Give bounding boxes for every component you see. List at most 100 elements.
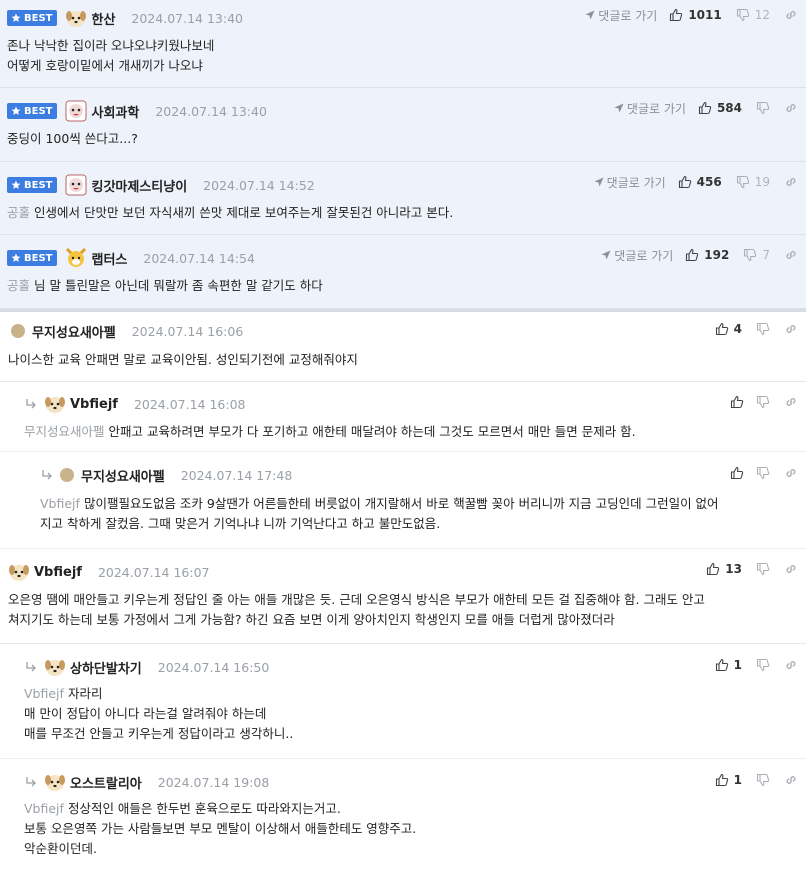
thumbs-down-icon[interactable] — [736, 8, 750, 22]
nickname[interactable]: Vbfiejf — [70, 397, 118, 412]
comment-date: 2024.07.14 14:52 — [203, 177, 315, 193]
nickname[interactable]: 랩터스 — [91, 249, 127, 268]
nickname[interactable]: 사회과학 — [91, 102, 139, 121]
best-badge: BEST — [7, 10, 58, 26]
avatar[interactable] — [44, 656, 66, 678]
thumbs-down-icon[interactable] — [756, 658, 770, 672]
comment-best: BEST 랩터스 2024.07.14 14:54 댓글로 가기 192 7 공… — [0, 235, 806, 309]
comment-text-line: 많이팰필요도없음 조카 9살땐가 어른들한테 버릇없이 개지랄해서 바로 핵꿀빰… — [83, 496, 719, 511]
downvote-count: 12 — [754, 8, 770, 22]
thumbs-down-icon[interactable] — [756, 773, 770, 787]
best-badge: BEST — [7, 250, 58, 266]
link-icon[interactable] — [784, 8, 798, 22]
avatar[interactable] — [11, 324, 25, 338]
thumbs-up-icon[interactable] — [715, 773, 729, 787]
comment-best: BEST 한산 2024.07.14 13:40 댓글로 가기 1011 12 … — [0, 0, 806, 88]
comment-best: BEST 사회과학 2024.07.14 13:40 댓글로 가기 584 중딩… — [0, 88, 806, 162]
thumbs-up-icon[interactable] — [669, 8, 683, 22]
thumbs-down-icon[interactable] — [756, 395, 770, 409]
link-icon[interactable] — [784, 395, 798, 409]
link-icon[interactable] — [784, 658, 798, 672]
comment-date: 2024.07.14 19:08 — [157, 774, 270, 790]
nickname[interactable]: 킹갓마제스티냥이 — [91, 176, 187, 195]
thumbs-up-icon[interactable] — [685, 248, 699, 262]
nickname[interactable]: 무지성요새아펠 — [32, 322, 116, 341]
comment-text-line: 매 만이 정답이 아니다 라는걸 알려줘야 하는데 — [24, 706, 267, 721]
goto-comment-link[interactable]: 댓글로 가기 — [601, 247, 673, 264]
link-icon[interactable] — [784, 773, 798, 787]
thumbs-up-icon[interactable] — [678, 175, 692, 189]
goto-comment-link[interactable]: 댓글로 가기 — [585, 7, 657, 24]
thumbs-down-icon[interactable] — [736, 175, 750, 189]
nickname[interactable]: 상하단발차기 — [70, 658, 142, 677]
comment-text-line: 중딩이 100씩 쓴다고...? — [7, 131, 138, 146]
reply-arrow-icon — [24, 660, 38, 674]
link-icon[interactable] — [784, 101, 798, 115]
upvote-count: 4 — [733, 322, 742, 336]
mention-name[interactable]: 공홀 — [7, 205, 30, 220]
upvote-count: 584 — [716, 101, 742, 115]
link-icon[interactable] — [784, 248, 798, 262]
comment-date: 2024.07.14 16:07 — [97, 564, 210, 580]
comment-text-line: 안패고 교육하려면 부모가 다 포기하고 애한테 매달려야 하는데 그것도 모르… — [108, 424, 636, 439]
thumbs-down-icon[interactable] — [743, 248, 757, 262]
avatar[interactable] — [44, 393, 66, 415]
thumbs-up-icon[interactable] — [698, 101, 712, 115]
comment-date: 2024.07.14 16:50 — [157, 659, 270, 675]
comment-text-line: 님 말 틀린말은 아닌데 뭐랄까 좀 속편한 말 같기도 하다 — [34, 278, 323, 293]
link-icon[interactable] — [784, 322, 798, 336]
mention-name[interactable]: 무지성요새아펠 — [24, 424, 105, 439]
comment-text-line: 인생에서 단맛만 보던 자식새끼 쓴맛 제대로 보여주는게 잘못된건 아니라고 … — [34, 205, 454, 220]
reply-arrow-icon — [24, 775, 38, 789]
upvote-count: 1 — [733, 658, 742, 672]
avatar[interactable] — [8, 561, 30, 583]
comment-date: 2024.07.14 16:06 — [131, 323, 244, 339]
mention-name[interactable]: Vbfiejf — [24, 801, 64, 816]
nickname[interactable]: 무지성요새아펠 — [81, 466, 165, 485]
thumbs-up-icon[interactable] — [715, 322, 729, 336]
comment-date: 2024.07.14 16:08 — [133, 396, 246, 412]
link-icon[interactable] — [784, 562, 798, 576]
reply-comment: 상하단발차기 2024.07.14 16:50 1 Vbfiejf 자라리 매 만… — [0, 644, 806, 759]
avatar[interactable] — [65, 247, 87, 269]
comment-text-line: 쳐지기도 하는데 보통 가정에서 그게 가능함? 하긴 요즘 보면 이게 양아치… — [8, 612, 615, 627]
thumbs-down-icon[interactable] — [756, 562, 770, 576]
reply-comment: Vbfiejf 2024.07.14 16:08 무지성요새아펠 안패고 교육하려… — [0, 382, 806, 452]
goto-comment-link[interactable]: 댓글로 가기 — [594, 174, 666, 191]
thumbs-up-icon[interactable] — [715, 658, 729, 672]
avatar[interactable] — [44, 771, 66, 793]
avatar[interactable] — [65, 100, 87, 122]
goto-comment-link[interactable]: 댓글로 가기 — [614, 100, 686, 117]
thumbs-down-icon[interactable] — [756, 101, 770, 115]
link-icon[interactable] — [784, 175, 798, 189]
comment-text-line: 나이스한 교육 안패면 말로 교육이안됨. 성인되기전에 교정해줘야지 — [8, 352, 358, 367]
avatar[interactable] — [65, 174, 87, 196]
comment-text-line: 존나 낙낙한 집이라 오냐오냐키웠나보네 — [7, 38, 215, 53]
comment-text-line: 매를 무조건 안들고 키우는게 정답이라고 생각하니.. — [24, 726, 294, 741]
best-badge: BEST — [7, 103, 58, 119]
mention-name[interactable]: Vbfiejf — [24, 686, 64, 701]
nickname[interactable]: 한산 — [91, 9, 115, 28]
comment-date: 2024.07.14 14:54 — [143, 250, 255, 266]
link-icon[interactable] — [784, 466, 798, 480]
upvote-count: 1011 — [688, 8, 722, 22]
mention-name[interactable]: Vbfiejf — [40, 496, 80, 511]
mention-name[interactable]: 공홀 — [7, 278, 30, 293]
comment-text-line: 정상적인 애들은 한두번 훈육으로도 따라와지는거고. — [67, 801, 341, 816]
comment-date: 2024.07.14 13:40 — [155, 103, 267, 119]
thumbs-up-icon[interactable] — [730, 466, 744, 480]
comment: 무지성요새아펠 2024.07.14 16:06 4 나이스한 교육 안패면 말… — [0, 309, 806, 382]
thumbs-up-icon[interactable] — [706, 562, 720, 576]
downvote-count: 19 — [754, 175, 770, 189]
avatar[interactable] — [65, 7, 87, 29]
nickname[interactable]: Vbfiejf — [34, 565, 82, 580]
thumbs-down-icon[interactable] — [756, 466, 770, 480]
avatar[interactable] — [60, 468, 74, 482]
thumbs-down-icon[interactable] — [756, 322, 770, 336]
upvote-count: 192 — [704, 248, 730, 262]
nickname[interactable]: 오스트랄리아 — [70, 773, 142, 792]
downvote-count: 7 — [762, 248, 770, 262]
comment-text-line: 악순환이던데. — [24, 841, 97, 856]
thumbs-up-icon[interactable] — [730, 395, 744, 409]
comment-best: BEST 킹갓마제스티냥이 2024.07.14 14:52 댓글로 가기 45… — [0, 162, 806, 235]
